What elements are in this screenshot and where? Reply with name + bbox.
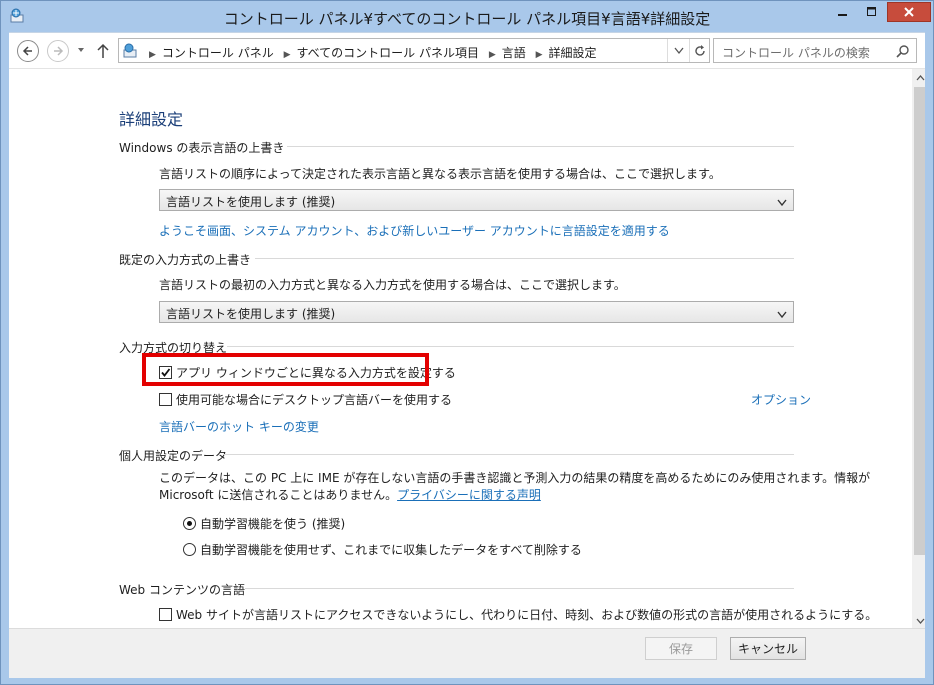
up-button[interactable] xyxy=(95,42,111,60)
breadcrumb-item[interactable]: コントロール パネル xyxy=(162,46,274,60)
save-button[interactable]: 保存 xyxy=(645,637,717,660)
section-divider xyxy=(227,346,794,347)
breadcrumb-separator-icon: ▶ xyxy=(488,50,496,60)
search-placeholder: コントロール パネルの検索 xyxy=(722,46,870,60)
vertical-scrollbar[interactable] xyxy=(912,69,925,628)
section-heading-personalization: 個人用設定のデータ xyxy=(119,449,228,463)
breadcrumb-separator-icon: ▶ xyxy=(535,50,543,60)
personalization-description-line2: Microsoft に送信されることはありません。プライバシーに関する声明 xyxy=(159,487,541,504)
back-button[interactable] xyxy=(17,40,39,62)
section-heading-input-method: 既定の入力方式の上書き xyxy=(119,253,252,267)
chevron-down-icon xyxy=(777,308,787,319)
radio-selected-dot xyxy=(187,521,192,526)
web-content-language-label: Web サイトが言語リストにアクセスできないようにし、代わりに日付、時刻、および… xyxy=(176,608,878,622)
desktop-language-bar-checkbox[interactable] xyxy=(159,393,172,406)
desktop-language-bar-label: 使用可能な場合にデスクトップ言語バーを使用する xyxy=(176,393,453,407)
section-divider xyxy=(287,146,794,147)
control-panel-window: コントロール パネル¥すべてのコントロール パネル項目¥言語¥詳細設定 ▶ コン… xyxy=(0,0,934,685)
control-panel-icon xyxy=(122,42,140,60)
navigation-bar: ▶ コントロール パネル ▶ すべてのコントロール パネル項目 ▶ 言語 ▶ 詳細設定 … xyxy=(9,32,925,68)
display-language-description: 言語リストの順序によって決定された表示言語と異なる表示言語を使用する場合は、ここ… xyxy=(159,167,721,181)
search-input[interactable]: コントロール パネルの検索 xyxy=(713,38,917,63)
section-heading-display-language: Windows の表示言語の上書き xyxy=(119,141,285,155)
personalization-description-line1: このデータは、この PC 上に IME が存在しない言語の手書き認識と予測入力の… xyxy=(159,471,871,485)
auto-learning-on-radio[interactable] xyxy=(183,517,196,530)
maximize-button[interactable] xyxy=(858,2,886,22)
address-bar[interactable]: ▶ コントロール パネル ▶ すべてのコントロール パネル項目 ▶ 言語 ▶ 詳細設定 xyxy=(118,38,710,63)
dialog-footer: 保存 キャンセル xyxy=(9,628,925,678)
web-content-language-checkbox[interactable] xyxy=(159,608,172,621)
page-title: 詳細設定 xyxy=(119,110,184,129)
web-content-language-option[interactable]: Web サイトが言語リストにアクセスできないようにし、代わりに日付、時刻、および… xyxy=(159,606,877,623)
auto-learning-on-label: 自動学習機能を使う (推奨) xyxy=(200,517,346,531)
scroll-down-arrow-icon[interactable] xyxy=(912,612,925,628)
apply-language-settings-link[interactable]: ようこそ画面、システム アカウント、および新しいユーザー アカウントに言語設定を… xyxy=(159,222,670,239)
search-icon[interactable] xyxy=(896,44,910,58)
address-dropdown-chevron-icon[interactable] xyxy=(667,39,689,62)
window-title: コントロール パネル¥すべてのコントロール パネル項目¥言語¥詳細設定 xyxy=(223,10,711,28)
auto-learning-off-label: 自動学習機能を使用せず、これまでに収集したデータをすべて削除する xyxy=(200,543,582,557)
personalization-description-text: Microsoft に送信されることはありません。 xyxy=(159,488,398,502)
scroll-up-arrow-icon[interactable] xyxy=(912,69,925,86)
hotkey-change-link[interactable]: 言語バーのホット キーの変更 xyxy=(159,418,319,435)
section-heading-web-content: Web コンテンツの言語 xyxy=(119,583,245,597)
breadcrumb-item[interactable]: すべてのコントロール パネル項目 xyxy=(297,46,480,60)
display-language-select[interactable]: 言語リストを使用します (推奨) xyxy=(159,189,794,211)
language-bar-options-link[interactable]: オプション xyxy=(751,391,811,408)
forward-button[interactable] xyxy=(47,40,69,62)
section-divider xyxy=(223,454,794,455)
input-method-select-value: 言語リストを使用します (推奨) xyxy=(166,307,336,321)
desktop-language-bar-option[interactable]: 使用可能な場合にデスクトップ言語バーを使用する xyxy=(159,391,452,408)
auto-learning-off-option[interactable]: 自動学習機能を使用せず、これまでに収集したデータをすべて削除する xyxy=(183,541,582,558)
section-divider xyxy=(245,588,794,589)
breadcrumb-separator-icon: ▶ xyxy=(283,50,291,60)
minimize-button[interactable] xyxy=(829,2,857,22)
content-pane: 詳細設定 Windows の表示言語の上書き 言語リストの順序によって決定された… xyxy=(9,68,925,628)
input-method-select[interactable]: 言語リストを使用します (推奨) xyxy=(159,301,794,323)
scrollbar-thumb[interactable] xyxy=(914,87,925,555)
display-language-select-value: 言語リストを使用します (推奨) xyxy=(166,195,336,209)
breadcrumb-item[interactable]: 言語 xyxy=(502,46,526,60)
recent-locations-chevron-icon[interactable] xyxy=(75,44,87,56)
breadcrumb: ▶ コントロール パネル ▶ すべてのコントロール パネル項目 ▶ 言語 ▶ 詳細設定 xyxy=(143,44,597,61)
auto-learning-off-radio[interactable] xyxy=(183,543,196,556)
section-divider xyxy=(255,258,794,259)
breadcrumb-separator-icon: ▶ xyxy=(149,50,156,60)
refresh-icon[interactable] xyxy=(689,39,710,62)
auto-learning-on-option[interactable]: 自動学習機能を使う (推奨) xyxy=(183,515,345,532)
cancel-button[interactable]: キャンセル xyxy=(730,637,806,660)
chevron-down-icon xyxy=(777,196,787,207)
privacy-statement-link[interactable]: プライバシーに関する声明 xyxy=(397,488,541,502)
breadcrumb-item[interactable]: 詳細設定 xyxy=(549,46,597,60)
title-bar: コントロール パネル¥すべてのコントロール パネル項目¥言語¥詳細設定 xyxy=(1,1,933,32)
highlight-annotation-box xyxy=(142,353,429,386)
close-button[interactable] xyxy=(887,2,931,22)
input-method-description: 言語リストの最初の入力方式と異なる入力方式を使用する場合は、ここで選択します。 xyxy=(159,278,626,292)
